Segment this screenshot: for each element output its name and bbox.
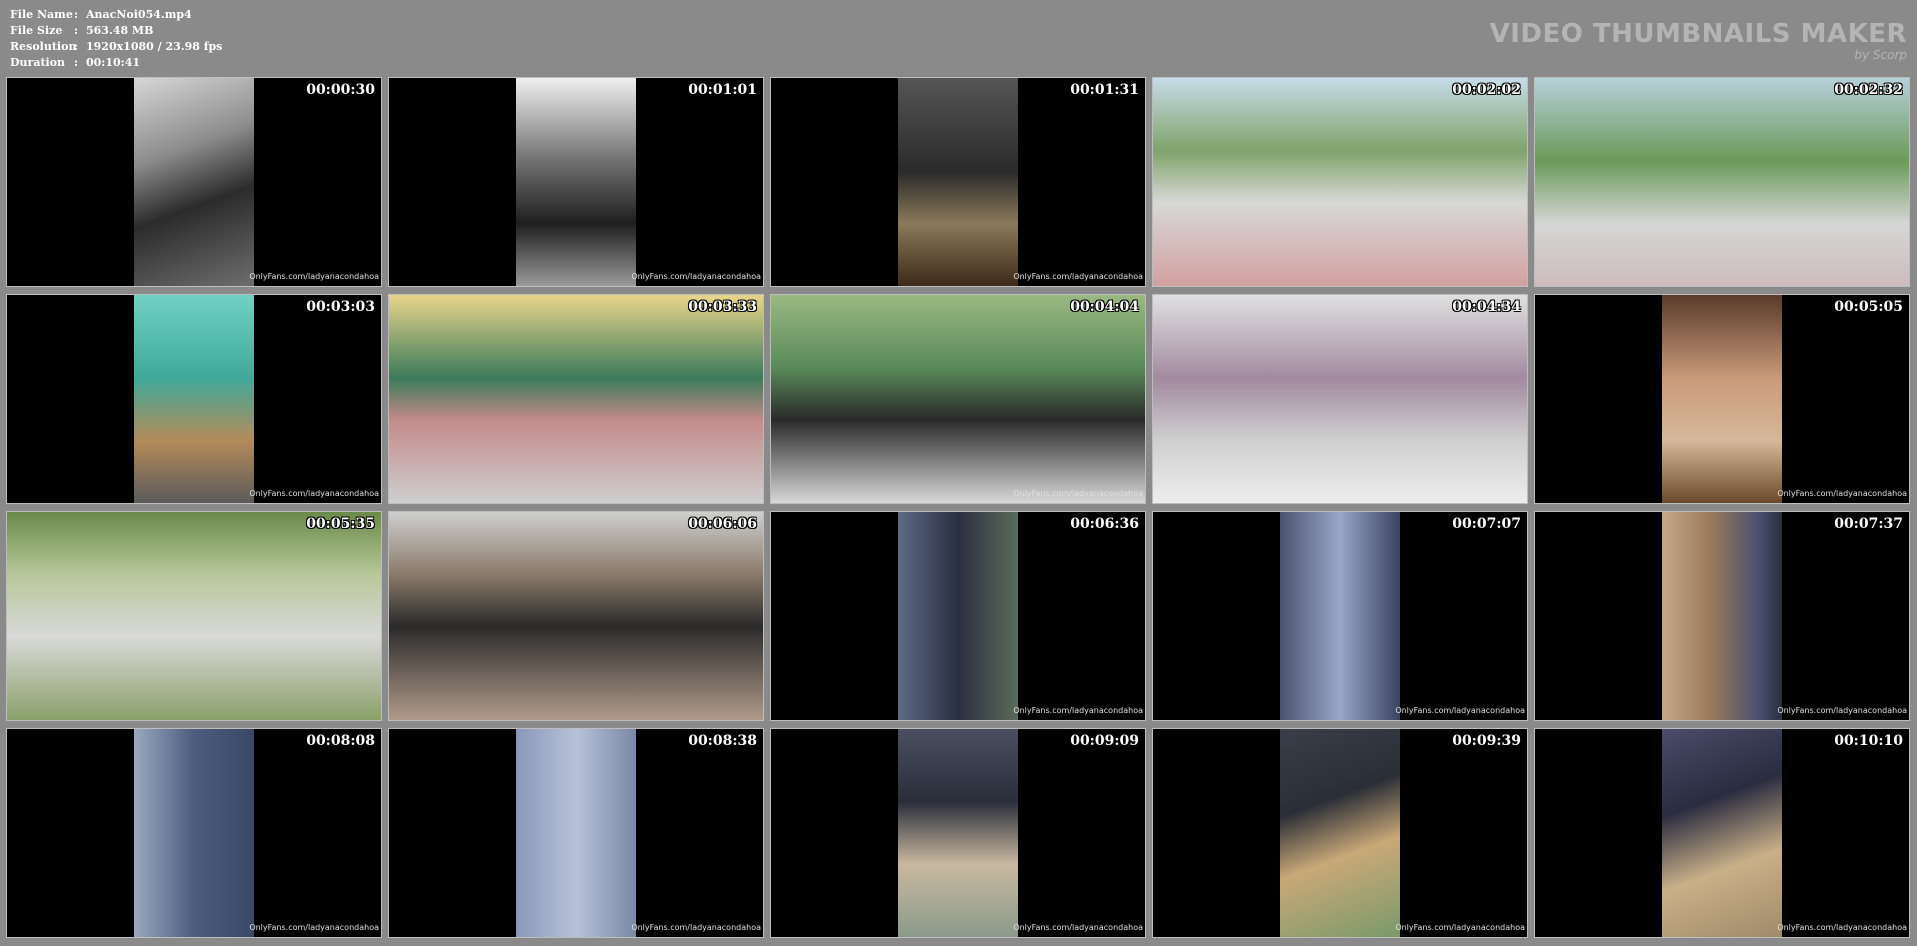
file-name-row: File Name : AnacNoi054.mp4: [10, 7, 222, 23]
thumbnail[interactable]: 00:08:08 OnlyFans.com/ladyanacondahoa: [6, 728, 382, 938]
timestamp: 00:07:07: [1452, 516, 1521, 532]
video-frame: [1662, 729, 1782, 937]
watermark: OnlyFans.com/ladyanacondahoa: [1395, 706, 1525, 715]
file-size-label: File Size: [10, 24, 63, 37]
watermark: OnlyFans.com/ladyanacondahoa: [1777, 489, 1907, 498]
thumbnail[interactable]: 00:03:03 OnlyFans.com/ladyanacondahoa: [6, 294, 382, 504]
video-frame: [771, 295, 1145, 503]
video-frame: [1280, 729, 1400, 937]
video-frame: [1280, 512, 1400, 720]
video-frame: [898, 729, 1018, 937]
timestamp: 00:03:33: [688, 299, 757, 315]
watermark: OnlyFans.com/ladyanacondahoa: [1777, 923, 1907, 932]
resolution-label: Resolution: [10, 40, 77, 53]
thumbnail[interactable]: 00:04:04 OnlyFans.com/ladyanacondahoa: [770, 294, 1146, 504]
file-name-value: AnacNoi054.mp4: [86, 8, 192, 21]
timestamp: 00:03:03: [306, 299, 375, 315]
file-size-row: File Size : 563.48 MB: [10, 23, 222, 39]
video-frame: [516, 729, 636, 937]
file-size-value: 563.48 MB: [86, 24, 154, 37]
watermark: OnlyFans.com/ladyanacondahoa: [1395, 923, 1525, 932]
timestamp: 00:00:30: [306, 82, 375, 98]
duration-value: 00:10:41: [86, 56, 141, 69]
file-info-panel: File Name : AnacNoi054.mp4 File Size : 5…: [10, 7, 222, 71]
timestamp: 00:09:39: [1452, 733, 1521, 749]
watermark: OnlyFans.com/ladyanacondahoa: [1013, 489, 1143, 498]
watermark: OnlyFans.com/ladyanacondahoa: [249, 489, 379, 498]
video-frame: [7, 512, 381, 720]
video-frame: [134, 729, 254, 937]
video-frame: [1153, 295, 1527, 503]
watermark: OnlyFans.com/ladyanacondahoa: [631, 923, 761, 932]
video-frame: [134, 295, 254, 503]
thumbnail-grid: 00:00:30 OnlyFans.com/ladyanacondahoa 00:…: [6, 77, 1910, 938]
separator: :: [74, 56, 79, 69]
timestamp: 00:02:02: [1452, 82, 1521, 98]
timestamp: 00:02:32: [1834, 82, 1903, 98]
timestamp: 00:04:04: [1070, 299, 1139, 315]
timestamp: 00:08:38: [688, 733, 757, 749]
watermark: OnlyFans.com/ladyanacondahoa: [1013, 706, 1143, 715]
watermark: OnlyFans.com/ladyanacondahoa: [1013, 272, 1143, 281]
thumbnail[interactable]: 00:06:36 OnlyFans.com/ladyanacondahoa: [770, 511, 1146, 721]
thumbnail[interactable]: 00:09:09 OnlyFans.com/ladyanacondahoa: [770, 728, 1146, 938]
thumbnail[interactable]: 00:02:02: [1152, 77, 1528, 287]
thumbnail[interactable]: 00:05:35: [6, 511, 382, 721]
video-frame: [389, 295, 763, 503]
thumbnail[interactable]: 00:05:05 OnlyFans.com/ladyanacondahoa: [1534, 294, 1910, 504]
video-frame: [134, 78, 254, 286]
video-frame: [898, 512, 1018, 720]
resolution-value: 1920x1080 / 23.98 fps: [86, 40, 223, 53]
thumbnail[interactable]: 00:06:06: [388, 511, 764, 721]
video-frame: [1662, 512, 1782, 720]
timestamp: 00:04:34: [1452, 299, 1521, 315]
watermark: OnlyFans.com/ladyanacondahoa: [249, 923, 379, 932]
timestamp: 00:05:35: [306, 516, 375, 532]
watermark: OnlyFans.com/ladyanacondahoa: [249, 272, 379, 281]
brand-title: VIDEO THUMBNAILS MAKER: [1489, 19, 1907, 49]
video-frame: [898, 78, 1018, 286]
thumbnail[interactable]: 00:08:38 OnlyFans.com/ladyanacondahoa: [388, 728, 764, 938]
thumbnail[interactable]: 00:01:31 OnlyFans.com/ladyanacondahoa: [770, 77, 1146, 287]
resolution-row: Resolution : 1920x1080 / 23.98 fps: [10, 39, 222, 55]
timestamp: 00:07:37: [1834, 516, 1903, 532]
file-name-label: File Name: [10, 8, 73, 21]
thumbnail[interactable]: 00:02:32: [1534, 77, 1910, 287]
thumbnail[interactable]: 00:07:37 OnlyFans.com/ladyanacondahoa: [1534, 511, 1910, 721]
separator: :: [74, 24, 79, 37]
separator: :: [74, 8, 79, 21]
thumbnail[interactable]: 00:01:01 OnlyFans.com/ladyanacondahoa: [388, 77, 764, 287]
video-frame: [1662, 295, 1782, 503]
timestamp: 00:01:01: [688, 82, 757, 98]
brand-byline: by Scorp: [1854, 48, 1907, 62]
video-frame: [1535, 78, 1909, 286]
timestamp: 00:01:31: [1070, 82, 1139, 98]
watermark: OnlyFans.com/ladyanacondahoa: [1013, 923, 1143, 932]
timestamp: 00:06:36: [1070, 516, 1139, 532]
brand-logo: VIDEO THUMBNAILS MAKER by Scorp: [1490, 20, 1907, 62]
video-frame: [389, 512, 763, 720]
timestamp: 00:06:06: [688, 516, 757, 532]
video-frame: [516, 78, 636, 286]
thumbnail[interactable]: 00:04:34: [1152, 294, 1528, 504]
timestamp: 00:08:08: [306, 733, 375, 749]
thumbnail[interactable]: 00:03:33: [388, 294, 764, 504]
thumbnail[interactable]: 00:07:07 OnlyFans.com/ladyanacondahoa: [1152, 511, 1528, 721]
watermark: OnlyFans.com/ladyanacondahoa: [631, 272, 761, 281]
video-frame: [1153, 78, 1527, 286]
timestamp: 00:09:09: [1070, 733, 1139, 749]
duration-label: Duration: [10, 56, 66, 69]
timestamp: 00:05:05: [1834, 299, 1903, 315]
separator: :: [74, 40, 79, 53]
watermark: OnlyFans.com/ladyanacondahoa: [1777, 706, 1907, 715]
duration-row: Duration : 00:10:41: [10, 55, 222, 71]
thumbnail[interactable]: 00:09:39 OnlyFans.com/ladyanacondahoa: [1152, 728, 1528, 938]
thumbnail[interactable]: 00:00:30 OnlyFans.com/ladyanacondahoa: [6, 77, 382, 287]
thumbnail[interactable]: 00:10:10 OnlyFans.com/ladyanacondahoa: [1534, 728, 1910, 938]
timestamp: 00:10:10: [1834, 733, 1903, 749]
